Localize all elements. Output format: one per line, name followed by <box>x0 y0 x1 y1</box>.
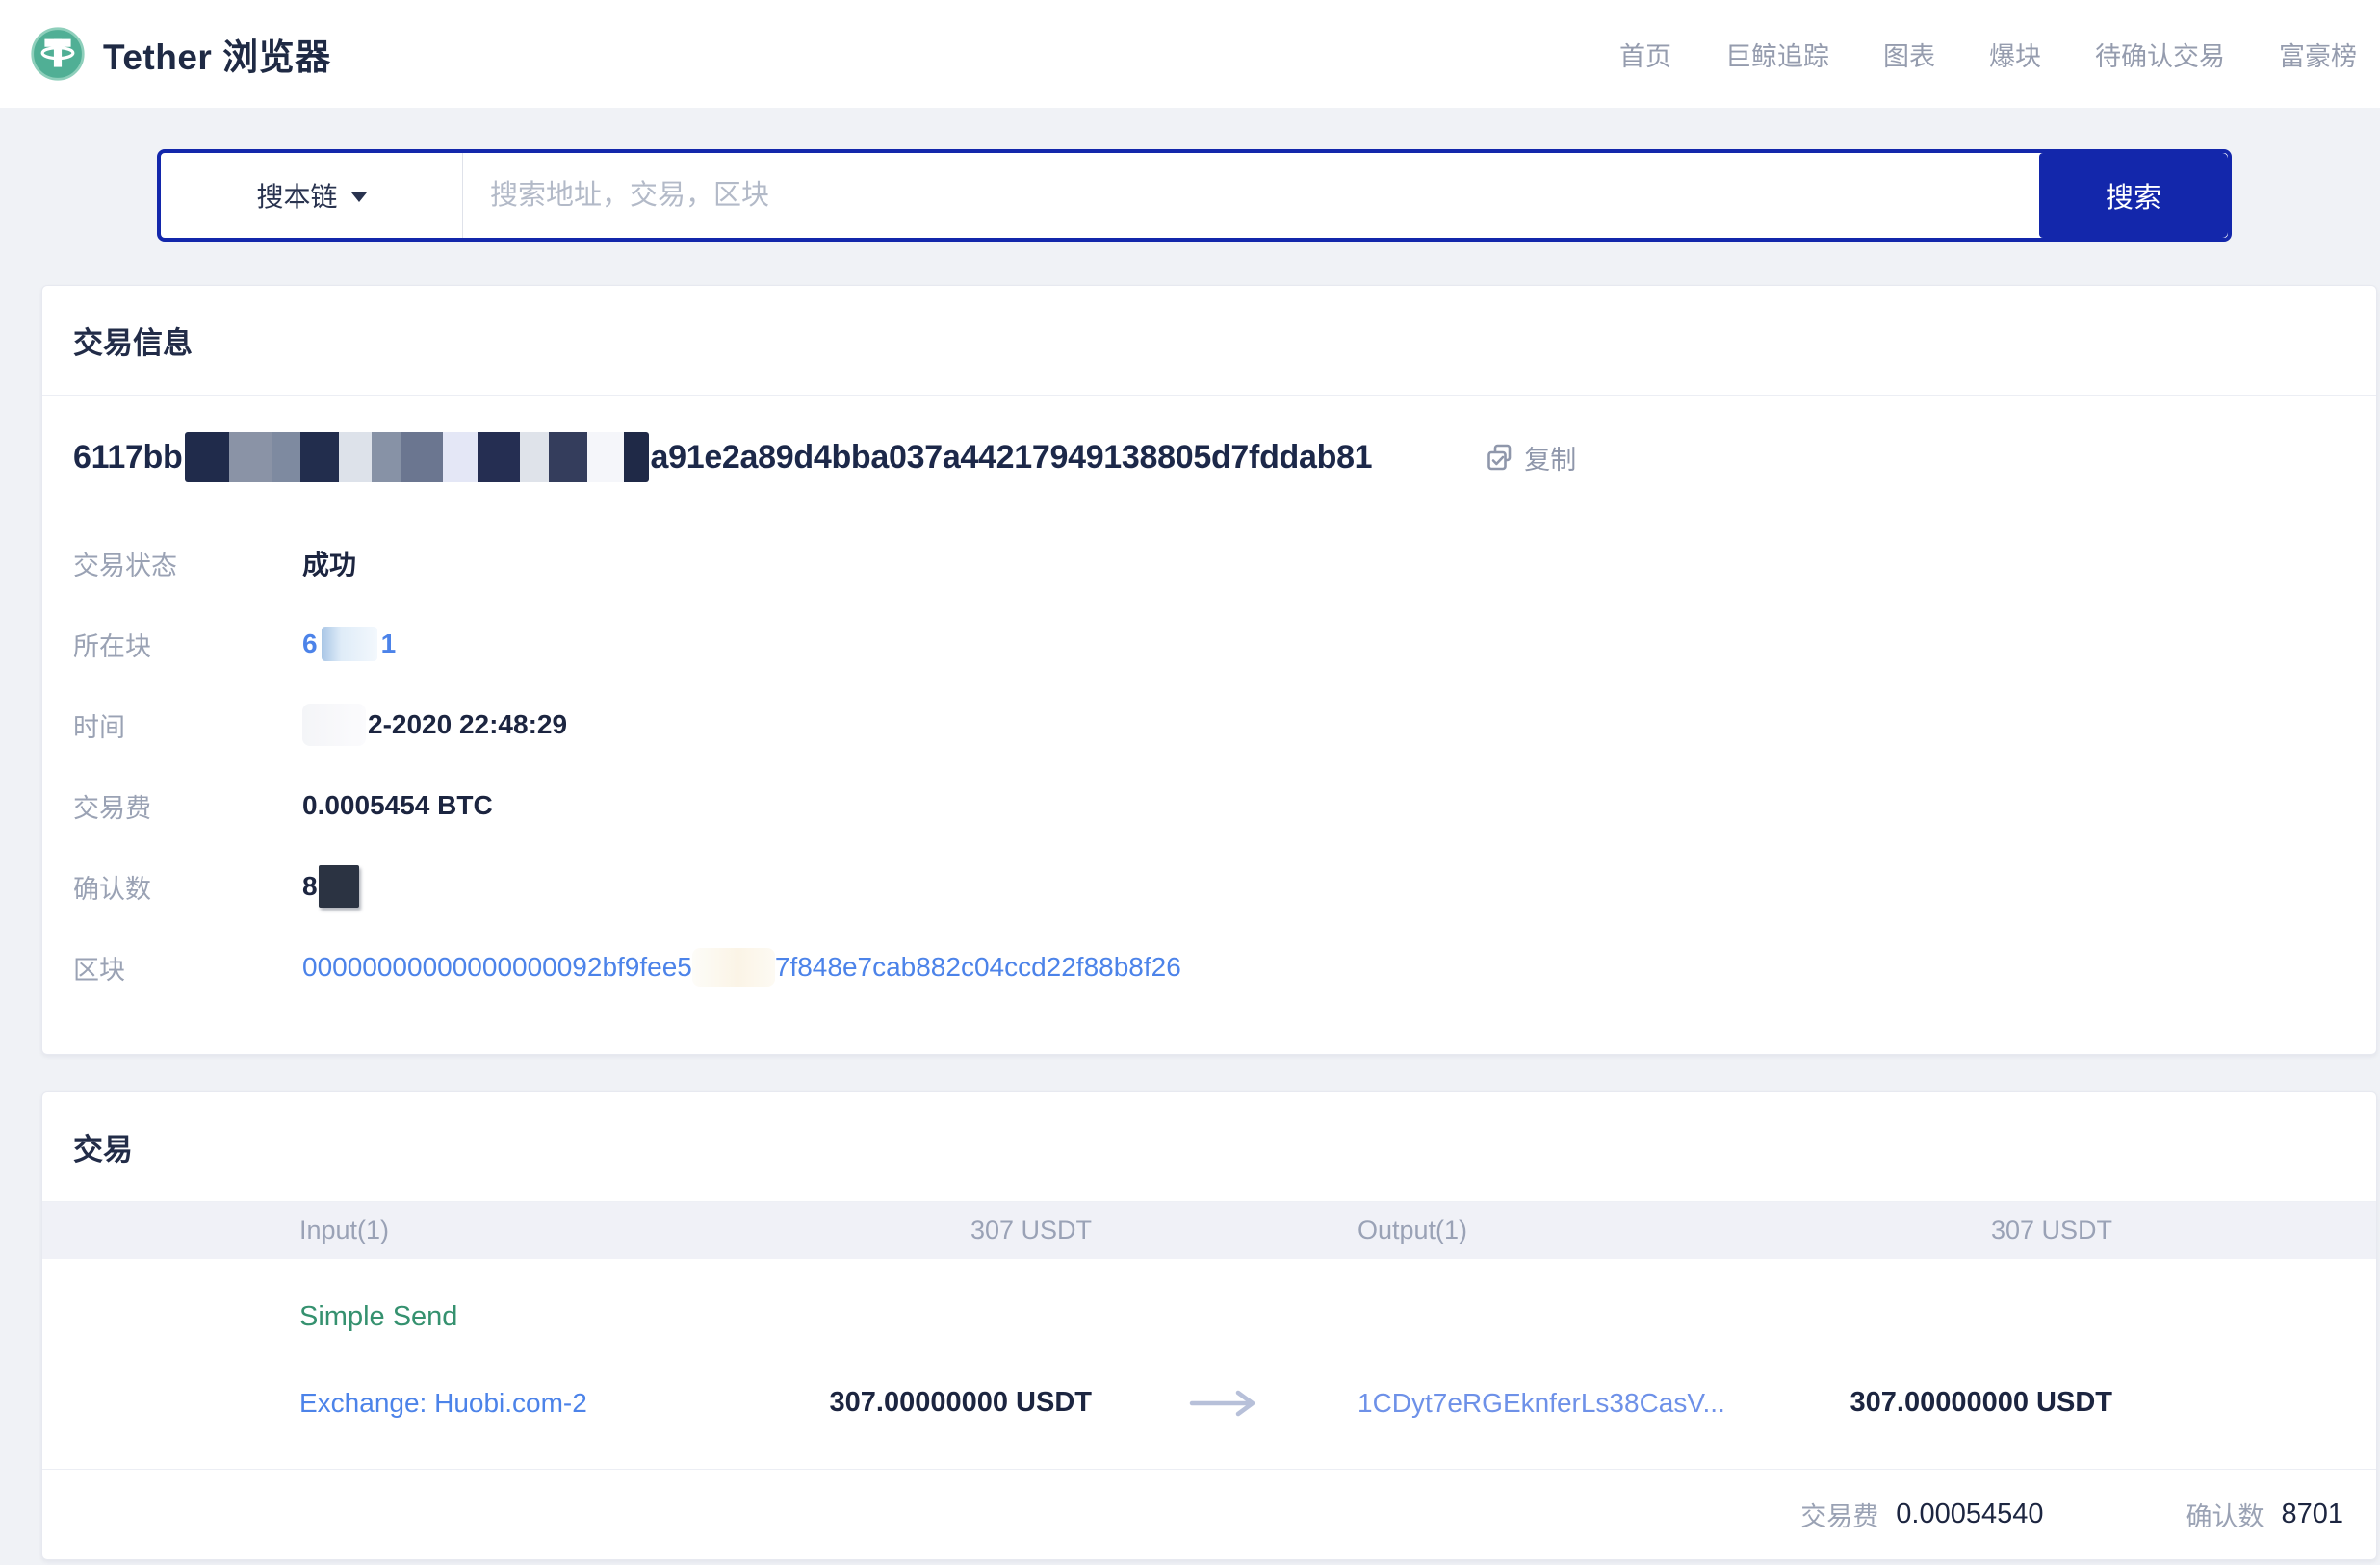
block-height-prefix: 6 <box>302 629 318 659</box>
tx-hash-prefix: 6117bb <box>73 439 183 476</box>
time-label: 时间 <box>73 706 302 744</box>
fee-row: 交易费 0.0005454 BTC <box>73 765 2345 846</box>
block-height-link[interactable]: 6 1 <box>302 627 396 661</box>
redacted-date <box>302 704 366 746</box>
nav-item-rich-list[interactable]: 富豪榜 <box>2279 36 2357 73</box>
tx-type-badge: Simple Send <box>299 1301 457 1332</box>
block-hash-link[interactable]: 00000000000000000092bf9fee5 7f848e7cab88… <box>302 948 1181 987</box>
chain-select-label: 搜本链 <box>256 176 337 215</box>
block-height-label: 所在块 <box>73 626 302 663</box>
tx-type-row: Simple Send <box>42 1301 2376 1333</box>
chain-select-dropdown[interactable]: 搜本链 <box>161 153 463 238</box>
footer-confirmations-label: 确认数 <box>2186 1496 2264 1533</box>
block-height-suffix: 1 <box>381 629 397 659</box>
copy-icon <box>1486 443 1514 472</box>
search-input[interactable] <box>463 153 2039 238</box>
chevron-down-icon <box>351 192 367 202</box>
tx-info-body: 6117bb a91e2a89d4bba037a44217949138805d7… <box>42 432 2376 1054</box>
tx-status-label: 交易状态 <box>73 545 302 582</box>
tx-flow-row: Exchange: Huobi.com-2 307.00000000 USDT … <box>42 1387 2376 1419</box>
copy-button[interactable]: 复制 <box>1486 439 1576 476</box>
nav-item-home[interactable]: 首页 <box>1619 36 1671 73</box>
search-button[interactable]: 搜索 <box>2039 153 2228 238</box>
from-address-link[interactable]: Exchange: Huobi.com-2 <box>299 1388 587 1419</box>
tx-status-value: 成功 <box>302 544 356 582</box>
transactions-title: 交易 <box>42 1092 2376 1202</box>
input-total: 307 USDT <box>608 1216 1092 1245</box>
block-hash-label: 区块 <box>73 949 302 987</box>
confirmations-value: 8 <box>302 871 318 902</box>
tx-hash: 6117bb a91e2a89d4bba037a44217949138805d7… <box>73 432 1372 482</box>
tx-hash-row: 6117bb a91e2a89d4bba037a44217949138805d7… <box>73 432 2345 482</box>
tether-logo-icon <box>30 26 86 82</box>
nav-item-charts[interactable]: 图表 <box>1883 36 1935 73</box>
footer-confirmations-value: 8701 <box>2281 1499 2343 1530</box>
output-column-header: Output(1) <box>1358 1216 1666 1245</box>
output-total: 307 USDT <box>1666 1216 2112 1245</box>
redacted-block-height <box>322 627 377 661</box>
top-header: Tether 浏览器 首页 巨鲸追踪 图表 爆块 待确认交易 富豪榜 <box>0 0 2380 108</box>
confirmations-label: 确认数 <box>73 868 302 906</box>
tx-info-card: 交易信息 6117bb a91e2a89d4bba037a44217949138… <box>41 285 2377 1055</box>
tx-table-body: Simple Send Exchange: Huobi.com-2 307.00… <box>42 1259 2376 1469</box>
transactions-card: 交易 Input(1) 307 USDT Output(1) 307 USDT … <box>41 1091 2377 1560</box>
to-amount: 307.00000000 USDT <box>1666 1387 2112 1419</box>
fee-value: 0.0005454 BTC <box>302 790 493 821</box>
search-bar: 搜本链 搜索 <box>157 149 2232 242</box>
footer-fee-label: 交易费 <box>1800 1496 1878 1533</box>
from-amount: 307.00000000 USDT <box>608 1387 1092 1419</box>
time-value: 2-2020 22:48:29 <box>368 709 567 740</box>
main-nav: 首页 巨鲸追踪 图表 爆块 待确认交易 富豪榜 <box>1619 36 2367 73</box>
input-column-header: Input(1) <box>299 1216 608 1245</box>
block-hash-row: 区块 00000000000000000092bf9fee5 7f848e7ca… <box>73 927 2345 1008</box>
brand[interactable]: Tether 浏览器 <box>30 26 331 82</box>
redacted-block-hash-segment <box>692 948 775 987</box>
arrow-right-icon <box>1092 1389 1358 1418</box>
search-section: 搜本链 搜索 <box>0 108 2380 242</box>
block-hash-suffix: 7f848e7cab882c04ccd22f88b8f26 <box>775 952 1181 983</box>
block-hash-prefix: 00000000000000000092bf9fee5 <box>302 952 692 983</box>
nav-item-whale-tracking[interactable]: 巨鲸追踪 <box>1725 36 1829 73</box>
block-height-row: 所在块 6 1 <box>73 603 2345 684</box>
time-row: 时间 2-2020 22:48:29 <box>73 684 2345 765</box>
tx-info-title: 交易信息 <box>42 286 2376 396</box>
tx-status-row: 交易状态 成功 <box>73 523 2345 603</box>
redacted-hash-segment <box>185 432 649 482</box>
page: Tether 浏览器 首页 巨鲸追踪 图表 爆块 待确认交易 富豪榜 搜本链 搜… <box>0 0 2380 1565</box>
footer-fee-value: 0.00054540 <box>1896 1499 2043 1530</box>
copy-label: 复制 <box>1524 439 1576 476</box>
tx-table-header: Input(1) 307 USDT Output(1) 307 USDT <box>42 1202 2376 1259</box>
redacted-confirmations <box>319 865 359 908</box>
tx-card-footer: 交易费 0.00054540 确认数 8701 <box>42 1469 2376 1559</box>
tx-hash-suffix: a91e2a89d4bba037a44217949138805d7fddab81 <box>651 439 1373 476</box>
nav-item-pending-tx[interactable]: 待确认交易 <box>2095 36 2225 73</box>
nav-item-blocks[interactable]: 爆块 <box>1989 36 2041 73</box>
brand-title: Tether 浏览器 <box>103 28 331 80</box>
fee-label: 交易费 <box>73 787 302 825</box>
confirmations-row: 确认数 8 <box>73 846 2345 927</box>
